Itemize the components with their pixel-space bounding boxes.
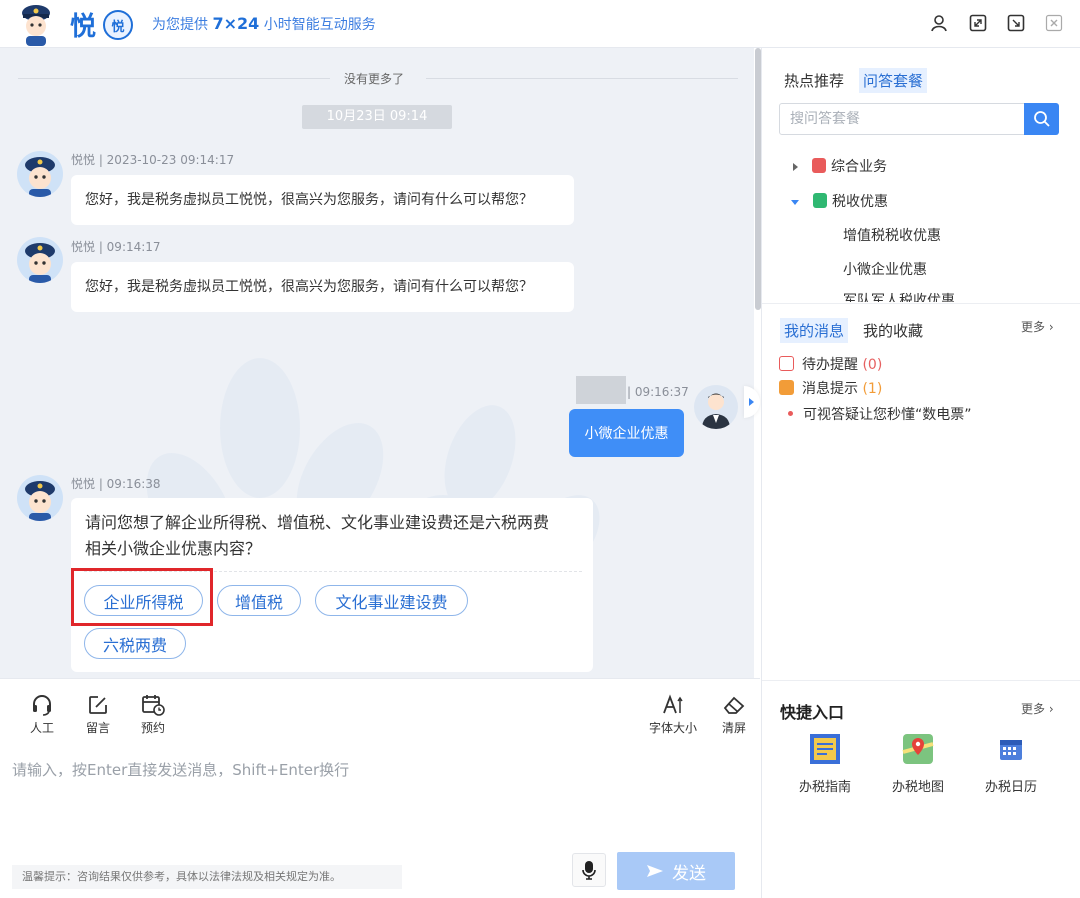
expand-icon[interactable]: [967, 12, 989, 34]
bot-avatar: [17, 151, 63, 197]
tree-child-small-micro[interactable]: 小微企业优惠: [843, 259, 927, 279]
category-icon: [813, 193, 827, 208]
font-size-button[interactable]: 字体大小: [645, 693, 701, 736]
assistant-logo-avatar: [14, 2, 58, 46]
guide-book-icon: [810, 734, 840, 764]
tab-my-messages[interactable]: 我的消息: [780, 318, 849, 343]
bulb-icon: [779, 380, 794, 395]
option-chip-cultural-construction-fee[interactable]: 文化事业建设费: [315, 585, 468, 616]
microphone-icon: [582, 861, 596, 880]
highlight-box: [71, 568, 213, 626]
clear-screen-button[interactable]: 清屏: [714, 693, 754, 736]
chat-area[interactable]: 没有更多了 10月23日 09:14 悦悦 | 2023-10-23 09:14…: [0, 48, 754, 678]
panel-divider: [762, 680, 1080, 681]
caret-down-icon: [791, 199, 799, 205]
quick-item-label: 办税地图: [891, 780, 944, 795]
eraser-icon: [723, 696, 745, 714]
option-chip-six-taxes-two-fees[interactable]: 六税两费: [84, 628, 186, 659]
bot-reply-line: 请问您想了解企业所得税、增值税、文化事业建设费还是六税两费: [85, 513, 550, 532]
send-button[interactable]: 发送: [617, 852, 735, 890]
tree-item-label: 综合业务: [831, 159, 887, 175]
notice-row[interactable]: 消息提示 (1): [779, 378, 882, 398]
quick-tax-map[interactable]: 办税地图: [883, 732, 953, 795]
right-panel: 热点推荐 问答套餐 搜问答套餐 综合业务 税收优惠 增值税税收优惠 小微企业优惠…: [761, 48, 1080, 898]
no-more-text: 没有更多了: [344, 72, 405, 86]
option-chip-vat[interactable]: 增值税: [217, 585, 301, 616]
tree-child-vat-preferential[interactable]: 增值税税收优惠: [843, 225, 941, 245]
bot-avatar: [17, 237, 63, 283]
clear-screen-label: 清屏: [721, 721, 746, 735]
bot-reply-line: 相关小微企业优惠内容？: [85, 539, 262, 558]
bot-message-bubble: 您好，我是税务虚拟员工悦悦，很高兴为您服务，请问有什么可以帮您？: [71, 175, 574, 225]
bullet-dot: [788, 411, 793, 416]
search-button[interactable]: [1024, 103, 1059, 135]
user-icon[interactable]: [928, 12, 950, 34]
send-icon: [647, 865, 663, 877]
edit-icon: [89, 696, 107, 714]
calendar-icon: [1000, 740, 1022, 760]
message-meta: 悦悦 | 2023-10-23 09:14:17: [71, 153, 235, 167]
tree-child-clipped[interactable]: 军队军人税收优惠: [843, 290, 955, 302]
tree-child-military: 军队军人税收优惠: [843, 293, 955, 302]
messages-more-link[interactable]: 更多 ›: [1021, 318, 1054, 335]
close-icon[interactable]: [1043, 12, 1065, 34]
todo-reminder-row[interactable]: 待办提醒 (0): [779, 354, 882, 374]
divider-left: [18, 78, 330, 79]
message-meta: 悦悦 | 09:16:38: [71, 477, 161, 491]
font-size-label: 字体大小: [648, 721, 697, 735]
tree-item-general-business[interactable]: 综合业务: [793, 156, 887, 176]
tab-hot-recommend[interactable]: 热点推荐: [784, 70, 844, 91]
tab-my-favorites[interactable]: 我的收藏: [863, 320, 923, 341]
appointment-label: 预约: [140, 721, 165, 735]
human-agent-button[interactable]: 人工: [22, 693, 62, 736]
message-meta: 悦悦 | 09:14:17: [71, 240, 161, 254]
header-bar: 悦 悦 为您提供 7×24 小时智能互动服务: [0, 0, 1080, 48]
quick-item-label: 办税指南: [798, 780, 851, 795]
microphone-button[interactable]: [572, 853, 606, 887]
send-label: 发送: [672, 863, 706, 884]
user-name-redacted: [576, 376, 626, 404]
user-message-bubble: 小微企业优惠: [569, 409, 684, 457]
quick-tax-calendar[interactable]: 办税日历: [976, 732, 1046, 795]
quick-more-link[interactable]: 更多 ›: [1021, 700, 1054, 717]
bot-avatar: [17, 475, 63, 521]
logo-text: 悦: [70, 12, 98, 42]
input-area: 人工 留言 预约 字体大小 清屏 请输入，按Enter直接发送消息，Shift+…: [0, 678, 760, 898]
date-chip: 10月23日 09:14: [302, 105, 452, 129]
calendar-clock-icon: [142, 695, 165, 716]
leave-message-label: 留言: [85, 721, 110, 735]
tree-item-tax-preferential[interactable]: 税收优惠: [791, 191, 888, 211]
caret-right-icon: [793, 163, 798, 171]
user-message-time: | 09:16:37: [627, 385, 689, 399]
user-avatar: [694, 385, 738, 429]
minimize-icon[interactable]: [1005, 12, 1027, 34]
logo-badge: 悦: [103, 10, 133, 40]
category-icon: [812, 158, 826, 173]
announcement-row[interactable]: 可视答疑让您秒懂“数电票”: [788, 404, 972, 424]
collapse-panel-button[interactable]: [744, 386, 760, 418]
map-pin-icon: [902, 734, 934, 764]
message-input[interactable]: 请输入，按Enter直接发送消息，Shift+Enter换行: [12, 759, 349, 780]
bot-message-bubble: 您好，我是税务虚拟员工悦悦，很高兴为您服务，请问有什么可以帮您？: [71, 262, 574, 312]
font-size-icon: [663, 694, 683, 714]
leave-message-button[interactable]: 留言: [78, 693, 118, 736]
qa-search-input[interactable]: 搜问答套餐: [779, 103, 1025, 135]
divider-right: [426, 78, 738, 79]
tab-qa-package[interactable]: 问答套餐: [859, 68, 928, 93]
appointment-button[interactable]: 预约: [133, 693, 173, 736]
headset-icon: [33, 695, 51, 716]
tree-item-label: 税收优惠: [832, 194, 888, 210]
panel-divider: [762, 303, 1080, 304]
quick-item-label: 办税日历: [984, 780, 1037, 795]
search-icon: [1033, 111, 1050, 127]
quick-entry-title: 快捷入口: [780, 703, 845, 722]
service-tagline: 为您提供 7×24 小时智能互动服务: [152, 14, 376, 33]
quick-tax-guide[interactable]: 办税指南: [790, 732, 860, 795]
human-agent-label: 人工: [29, 721, 54, 735]
reminder-icon: [779, 356, 794, 371]
disclaimer-tip: 温馨提示：咨询结果仅供参考，具体以法律法规及相关规定为准。: [12, 865, 402, 889]
